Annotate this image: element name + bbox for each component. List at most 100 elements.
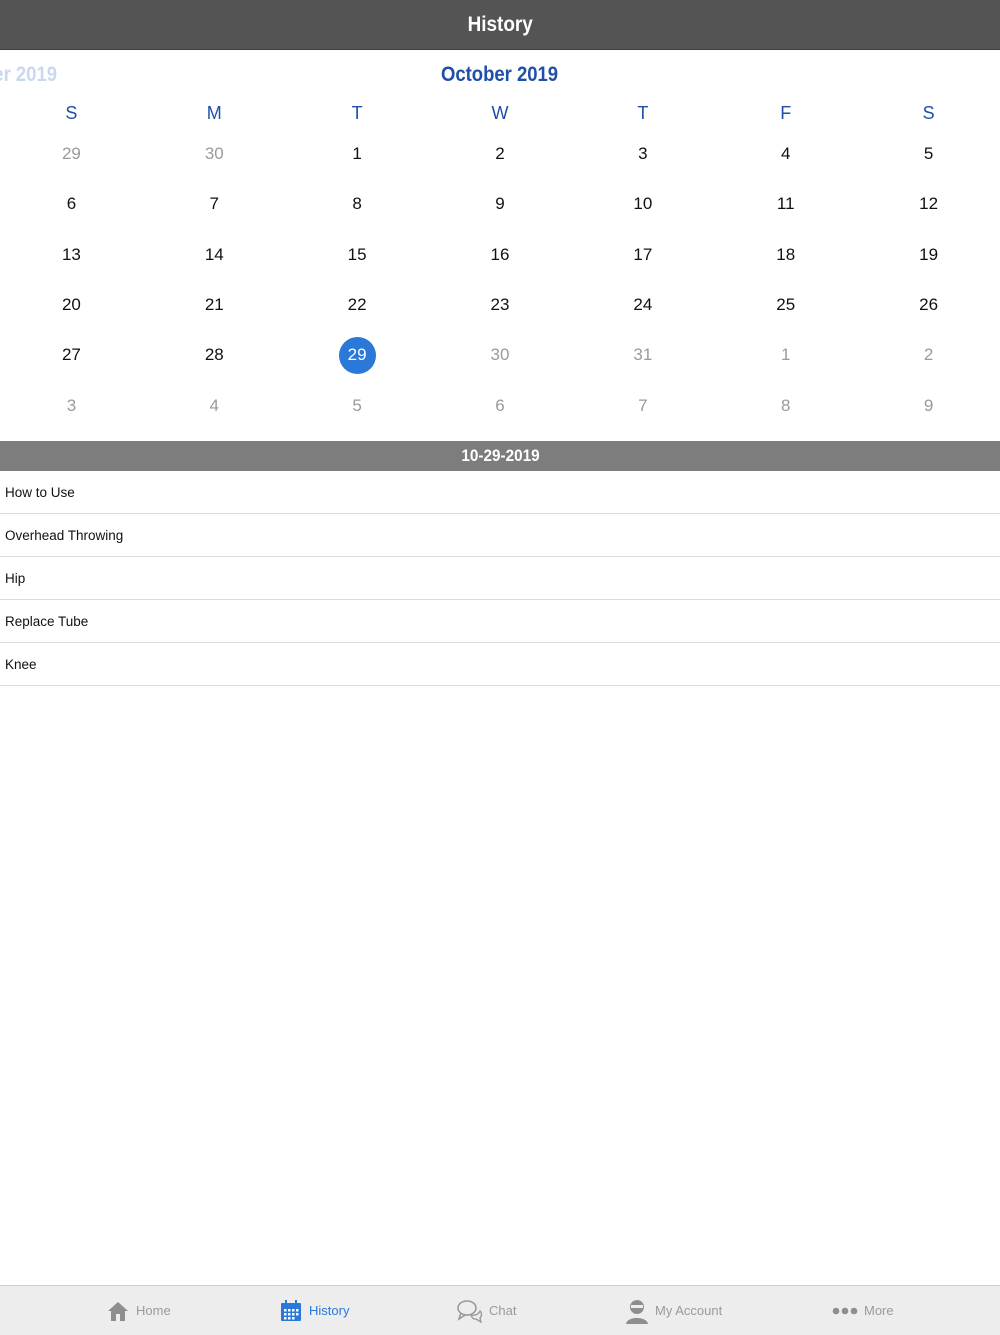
calendar-day-number: 16 xyxy=(490,244,510,264)
calendar-icon xyxy=(279,1299,303,1323)
weekday-header-row: S M T W T F S xyxy=(0,101,1000,125)
calendar-day[interactable]: 17 xyxy=(571,230,714,280)
calendar-day[interactable]: 12 xyxy=(857,179,1000,229)
more-icon xyxy=(832,1306,858,1316)
weekday-wednesday: W xyxy=(491,103,509,123)
calendar-day-number: 2 xyxy=(923,345,934,365)
calendar-day[interactable]: 6 xyxy=(0,179,143,229)
calendar-day-selected[interactable]: 29 xyxy=(286,330,429,380)
calendar-day-number: 25 xyxy=(776,295,796,315)
calendar[interactable]: ber 2019 October 2019 S M T W T F S 2930… xyxy=(0,49,1000,441)
account-icon xyxy=(625,1298,649,1324)
calendar-day-number: 13 xyxy=(61,244,81,264)
calendar-day-number: 6 xyxy=(66,194,77,214)
tab-bar: Home History Chat My Account More xyxy=(0,1285,1000,1335)
calendar-day[interactable]: 2 xyxy=(857,330,1000,380)
current-month-label: October 2019 xyxy=(0,63,1000,87)
calendar-day[interactable]: 26 xyxy=(857,280,1000,330)
calendar-day[interactable]: 3 xyxy=(571,129,714,179)
weekday-thursday: T xyxy=(637,103,649,123)
calendar-day[interactable]: 31 xyxy=(571,330,714,380)
history-item-how-to-use[interactable]: How to Use xyxy=(0,471,1000,514)
weekday-saturday: S xyxy=(922,103,935,123)
calendar-day[interactable]: 7 xyxy=(143,179,286,229)
calendar-day-number: 21 xyxy=(204,295,224,315)
calendar-day-number: 20 xyxy=(61,295,81,315)
calendar-day-number: 5 xyxy=(923,144,934,164)
tab-history[interactable]: History xyxy=(279,1286,349,1335)
calendar-day[interactable]: 2 xyxy=(429,129,572,179)
calendar-day[interactable]: 28 xyxy=(143,330,286,380)
calendar-day[interactable]: 8 xyxy=(286,179,429,229)
tab-more[interactable]: More xyxy=(832,1286,894,1335)
tab-chat-label: Chat xyxy=(489,1303,517,1318)
calendar-day-number: 14 xyxy=(204,244,224,264)
calendar-day-number: 17 xyxy=(633,244,653,264)
calendar-day[interactable]: 24 xyxy=(571,280,714,330)
calendar-day[interactable]: 30 xyxy=(143,129,286,179)
calendar-day[interactable]: 9 xyxy=(857,380,1000,430)
weekday-friday: F xyxy=(780,103,792,123)
calendar-day[interactable]: 10 xyxy=(571,179,714,229)
calendar-day[interactable]: 9 xyxy=(429,179,572,229)
calendar-day[interactable]: 11 xyxy=(714,179,857,229)
calendar-day[interactable]: 3 xyxy=(0,380,143,430)
calendar-day[interactable]: 1 xyxy=(286,129,429,179)
tab-chat[interactable]: Chat xyxy=(457,1286,516,1335)
tab-my-account-label: My Account xyxy=(655,1303,723,1318)
calendar-day[interactable]: 1 xyxy=(714,330,857,380)
home-icon xyxy=(106,1299,130,1323)
calendar-day-number: 18 xyxy=(776,244,796,264)
calendar-day-number: 7 xyxy=(638,395,648,415)
calendar-day[interactable]: 21 xyxy=(143,280,286,330)
calendar-day[interactable]: 25 xyxy=(714,280,857,330)
calendar-day-number: 8 xyxy=(780,395,791,415)
calendar-day-number: 26 xyxy=(919,295,939,315)
calendar-day[interactable]: 18 xyxy=(714,230,857,280)
calendar-day-number: 12 xyxy=(919,194,939,214)
selected-date-label: 10-29-2019 xyxy=(460,446,540,465)
current-month-text: October 2019 xyxy=(441,63,559,86)
weekday-tuesday: T xyxy=(351,103,363,123)
calendar-day[interactable]: 27 xyxy=(0,330,143,380)
calendar-day-number: 24 xyxy=(633,295,653,315)
history-item-hip[interactable]: Hip xyxy=(0,557,1000,600)
history-item-knee[interactable]: Knee xyxy=(0,643,1000,686)
calendar-day[interactable]: 6 xyxy=(429,380,572,430)
calendar-day[interactable]: 20 xyxy=(0,280,143,330)
selected-date-header: 10-29-2019 xyxy=(0,441,1000,471)
calendar-day[interactable]: 19 xyxy=(857,230,1000,280)
calendar-day-number: 27 xyxy=(61,345,81,365)
calendar-day-number: 23 xyxy=(490,295,510,315)
calendar-day[interactable]: 22 xyxy=(286,280,429,330)
tab-home[interactable]: Home xyxy=(106,1286,171,1335)
weekday-monday: M xyxy=(206,103,222,123)
calendar-day-number: 28 xyxy=(204,345,224,365)
calendar-day[interactable]: 30 xyxy=(429,330,572,380)
tab-my-account[interactable]: My Account xyxy=(625,1286,722,1335)
history-item-overhead-throwing[interactable]: Overhead Throwing xyxy=(0,514,1000,557)
calendar-day-number: 4 xyxy=(780,144,791,164)
calendar-day[interactable]: 14 xyxy=(143,230,286,280)
calendar-day-number: 3 xyxy=(66,395,77,415)
calendar-day-number: 7 xyxy=(209,194,219,214)
calendar-day-number: 11 xyxy=(776,194,795,214)
calendar-day[interactable]: 16 xyxy=(429,230,572,280)
calendar-day[interactable]: 15 xyxy=(286,230,429,280)
history-item-replace-tube[interactable]: Replace Tube xyxy=(0,600,1000,643)
calendar-day-number: 15 xyxy=(347,244,367,264)
calendar-day[interactable]: 23 xyxy=(429,280,572,330)
navigation-bar: History xyxy=(0,0,1000,50)
calendar-day[interactable]: 5 xyxy=(286,380,429,430)
calendar-day[interactable]: 8 xyxy=(714,380,857,430)
calendar-day[interactable]: 7 xyxy=(571,380,714,430)
calendar-day-number: 29 xyxy=(61,144,81,164)
calendar-day-number: 19 xyxy=(919,244,939,264)
page-title: History xyxy=(467,12,533,36)
calendar-day[interactable]: 4 xyxy=(714,129,857,179)
calendar-day[interactable]: 5 xyxy=(857,129,1000,179)
calendar-day[interactable]: 13 xyxy=(0,230,143,280)
calendar-day[interactable]: 4 xyxy=(143,380,286,430)
calendar-day[interactable]: 29 xyxy=(0,129,143,179)
calendar-day-number: 8 xyxy=(352,194,362,214)
